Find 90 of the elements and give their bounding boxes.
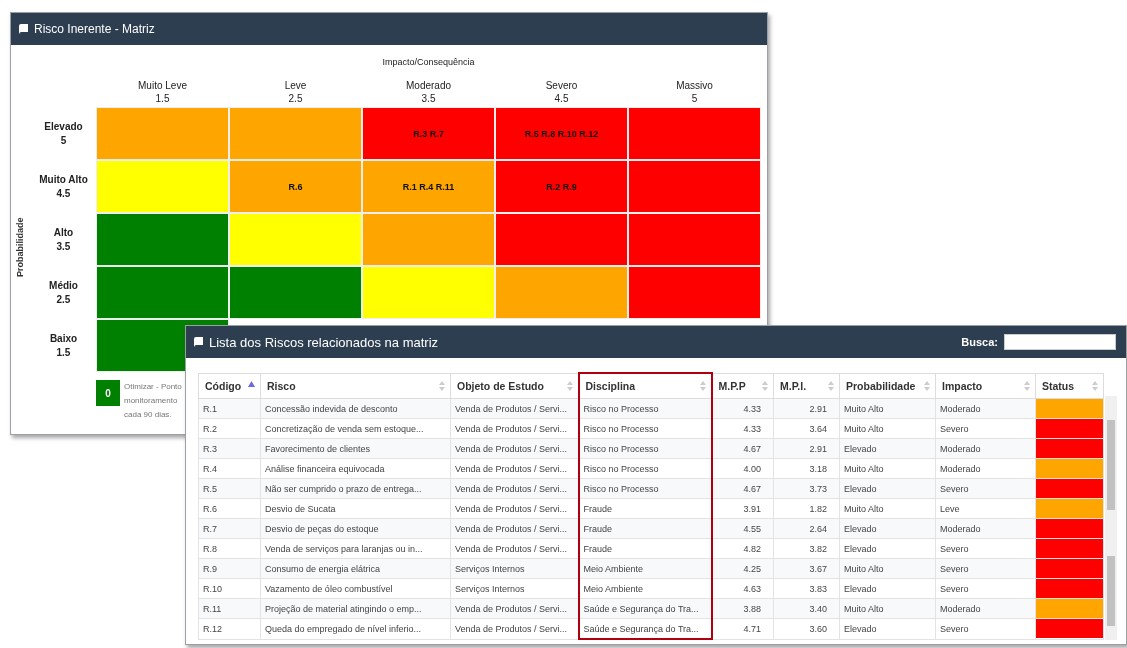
table-cell: Análise financeira equivocada <box>260 458 451 479</box>
table-cell: Elevado <box>839 618 936 639</box>
axis-title: Probabilidade <box>15 217 25 277</box>
table-cell: Risco no Processo <box>578 438 712 459</box>
matrix-cell: R.2 R.9 <box>495 160 628 213</box>
column-header[interactable]: Risco <box>260 373 451 399</box>
table-cell: Severo <box>935 418 1036 439</box>
table-cell: 4.33 <box>711 418 774 439</box>
table-cell: Saúde e Segurança do Tra... <box>578 598 712 619</box>
table-cell: 4.82 <box>711 538 774 559</box>
row-header: Elevado 5 <box>43 119 84 148</box>
column-header: Moderado 3.5 <box>405 79 452 106</box>
row-header: Alto 3.5 <box>52 225 75 254</box>
table-cell: Vazamento de óleo combustível <box>260 578 451 599</box>
table-cell: Saúde e Segurança do Tra... <box>578 618 712 639</box>
table-cell: Muito Alto <box>839 418 936 439</box>
column-header: Leve 2.5 <box>283 79 308 106</box>
row-header: Médio 2.5 <box>48 278 79 307</box>
table-cell: Muito Alto <box>839 498 936 519</box>
column-header[interactable]: M.P.I. <box>773 373 840 399</box>
column-header[interactable]: Código <box>198 373 261 399</box>
table-cell: Severo <box>935 618 1036 639</box>
sort-icon[interactable] <box>924 380 930 391</box>
window-title: Lista dos Riscos relacionados na matriz <box>209 334 439 350</box>
table-cell: R.8 <box>198 538 261 559</box>
table-cell: R.5 <box>198 478 261 499</box>
sort-icon[interactable] <box>828 380 834 391</box>
table-cell: Leve <box>935 498 1036 519</box>
table-cell: Risco no Processo <box>578 478 712 499</box>
sort-ascending-icon[interactable] <box>248 380 255 387</box>
table-cell: Fraude <box>578 518 712 539</box>
table-cell: R.10 <box>198 578 261 599</box>
matrix-cell: R.1 R.4 R.11 <box>362 160 495 213</box>
table-cell: 3.83 <box>773 578 840 599</box>
sort-icon[interactable] <box>439 380 445 391</box>
table-cell: 4.63 <box>711 578 774 599</box>
column-header[interactable]: Impacto <box>935 373 1036 399</box>
table-cell: R.4 <box>198 458 261 479</box>
table-cell: 1.82 <box>773 498 840 519</box>
table-cell: 3.91 <box>711 498 774 519</box>
table-cell: R.11 <box>198 598 261 619</box>
table-cell: R.2 <box>198 418 261 439</box>
table-cell: R.6 <box>198 498 261 519</box>
table-cell: Concretização de venda sem estoque... <box>260 418 451 439</box>
table-cell: 3.18 <box>773 458 840 479</box>
table-cell: 4.71 <box>711 618 774 639</box>
table-cell: 3.82 <box>773 538 840 559</box>
table-cell: R.3 <box>198 438 261 459</box>
column-header[interactable]: M.P.P <box>711 373 774 399</box>
table-cell: Muito Alto <box>839 458 936 479</box>
table-cell: 3.60 <box>773 618 840 639</box>
legend-text: Otimizar - Ponto monitoramento cada 90 dias. <box>124 381 183 421</box>
table-cell: Desvio de Sucata <box>260 498 451 519</box>
matrix-cell: R.3 R.7 <box>362 107 495 160</box>
table-cell: R.7 <box>198 518 261 539</box>
search-label: Busca: <box>961 336 998 348</box>
table-cell: R.1 <box>198 398 261 419</box>
table-cell: Elevado <box>839 538 936 559</box>
table-cell: Severo <box>935 538 1036 559</box>
legend-swatch: 0 <box>96 380 120 406</box>
table-cell: R.9 <box>198 558 261 579</box>
axis-title: Impacto/Consequência <box>381 57 476 69</box>
table-cell: 4.00 <box>711 458 774 479</box>
sort-icon[interactable] <box>699 381 706 391</box>
column-header: Massivo 5 <box>675 79 714 106</box>
table-cell: Moderado <box>935 458 1036 479</box>
table-cell: Meio Ambiente <box>578 558 712 579</box>
window-title: Risco Inerente - Matriz <box>34 22 155 36</box>
table-cell: 3.64 <box>773 418 840 439</box>
table-cell: Venda de serviços para laranjas ou in... <box>260 538 451 559</box>
column-header: Severo 4.5 <box>544 79 579 106</box>
search-field[interactable] <box>1004 334 1116 350</box>
column-header[interactable]: Probabilidade <box>839 373 936 399</box>
column-header: Muito Leve 1.5 <box>137 79 188 106</box>
sort-icon[interactable] <box>1024 380 1030 391</box>
sort-icon[interactable] <box>762 380 768 391</box>
table-cell: Elevado <box>839 578 936 599</box>
table-cell: Risco no Processo <box>578 398 712 419</box>
row-header: Baixo 1.5 <box>48 331 79 360</box>
column-header[interactable]: Objeto de Estudo <box>450 373 579 399</box>
table-cell: Severo <box>935 578 1036 599</box>
matrix-cell: R.5 R.8 R.10 R.12 <box>495 107 628 160</box>
table-cell: R.12 <box>198 618 261 639</box>
scrollbar[interactable] <box>1105 396 1117 640</box>
column-header[interactable]: Status <box>1035 373 1104 399</box>
row-header: Muito Alto 4.5 <box>38 172 89 201</box>
sort-icon[interactable] <box>566 380 573 391</box>
sort-icon[interactable] <box>1092 380 1098 391</box>
table-cell: Queda do empregado de nível inferio... <box>260 618 451 639</box>
matrix-cell: R.6 <box>229 160 362 213</box>
